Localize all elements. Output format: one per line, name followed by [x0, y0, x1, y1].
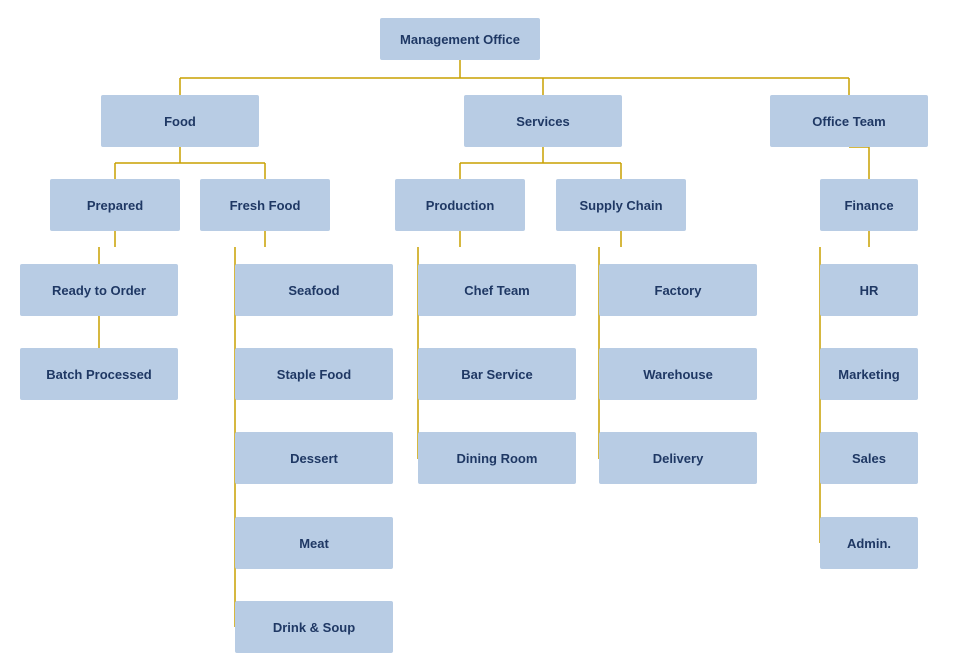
node-fresh_food: Fresh Food — [200, 179, 330, 231]
node-office_team: Office Team — [770, 95, 928, 147]
node-management_office: Management Office — [380, 18, 540, 60]
node-sales: Sales — [820, 432, 918, 484]
node-supply_chain: Supply Chain — [556, 179, 686, 231]
node-factory: Factory — [599, 264, 757, 316]
node-dining_room: Dining Room — [418, 432, 576, 484]
node-batch_processed: Batch Processed — [20, 348, 178, 400]
node-dessert: Dessert — [235, 432, 393, 484]
org-chart: Management Office Food Services Office Team… — [0, 0, 956, 669]
node-finance: Finance — [820, 179, 918, 231]
node-marketing: Marketing — [820, 348, 918, 400]
node-production: Production — [395, 179, 525, 231]
node-prepared: Prepared — [50, 179, 180, 231]
node-bar_service: Bar Service — [418, 348, 576, 400]
node-delivery: Delivery — [599, 432, 757, 484]
node-meat: Meat — [235, 517, 393, 569]
node-admin: Admin. — [820, 517, 918, 569]
node-warehouse: Warehouse — [599, 348, 757, 400]
node-chef_team: Chef Team — [418, 264, 576, 316]
node-staple_food: Staple Food — [235, 348, 393, 400]
node-seafood: Seafood — [235, 264, 393, 316]
node-ready_to_order: Ready to Order — [20, 264, 178, 316]
node-food: Food — [101, 95, 259, 147]
node-services: Services — [464, 95, 622, 147]
node-drink_soup: Drink & Soup — [235, 601, 393, 653]
node-hr: HR — [820, 264, 918, 316]
